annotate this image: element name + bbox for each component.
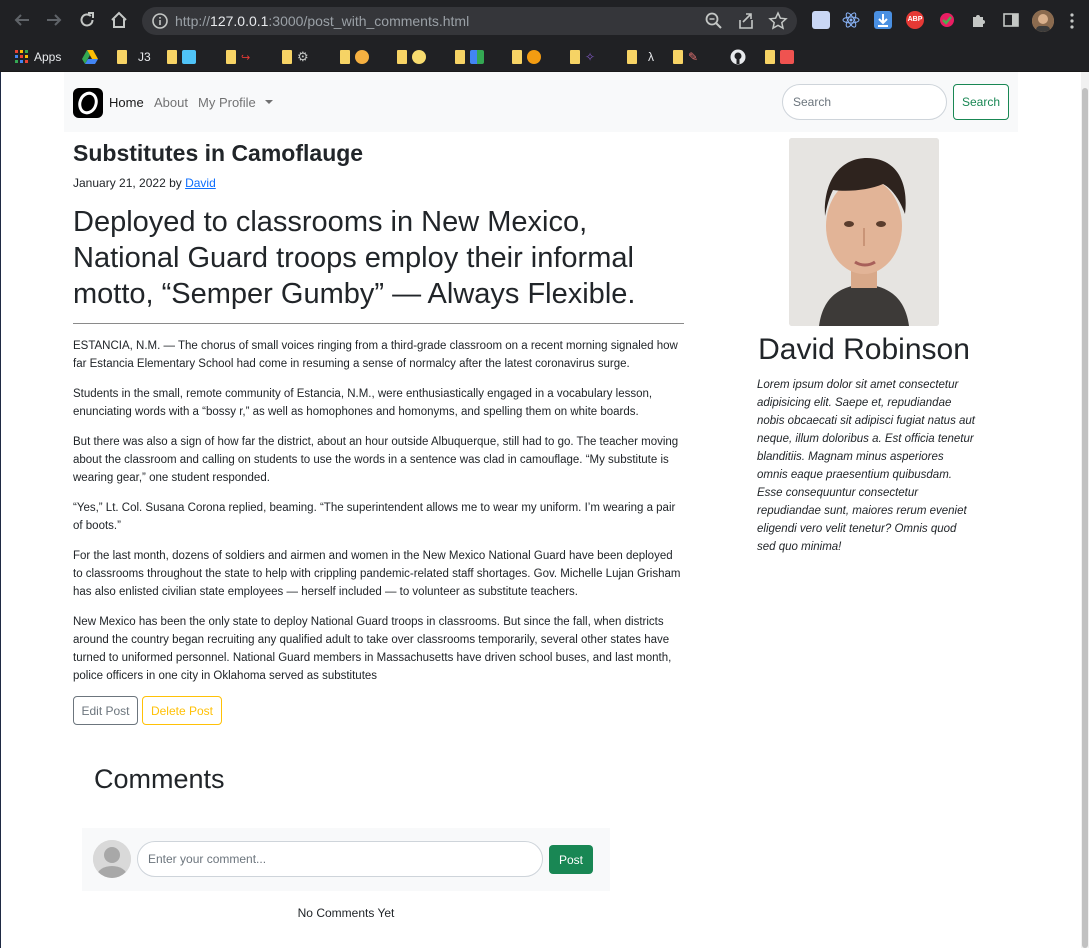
address-bar[interactable]: http://127.0.0.1:3000/post_with_comments… — [142, 7, 797, 35]
bookmark-folder[interactable] — [340, 48, 369, 66]
download-extension-icon[interactable] — [874, 11, 892, 29]
checkmark-extension-icon[interactable] — [938, 11, 956, 29]
bookmark-folder[interactable]: ↪ — [226, 48, 250, 66]
scrollbar-thumb[interactable] — [1082, 88, 1088, 948]
money-bag-icon — [355, 50, 369, 64]
back-arrow-icon[interactable] — [10, 9, 34, 33]
post-paragraph: “Yes,” Lt. Col. Susana Corona replied, b… — [73, 502, 676, 532]
zoom-icon[interactable] — [704, 11, 724, 31]
nav-my-profile-link[interactable]: My Profile — [198, 95, 256, 110]
author-name: David Robinson — [758, 333, 970, 366]
muscle-icon — [412, 50, 426, 64]
search-button[interactable]: Search — [953, 84, 1009, 120]
folder-icon — [673, 50, 683, 64]
nav-about-link[interactable]: About — [154, 95, 188, 110]
reload-icon[interactable] — [75, 9, 99, 33]
window-edge — [0, 72, 1, 948]
bookmark-folder[interactable] — [512, 48, 541, 66]
folder-icon — [570, 50, 580, 64]
monitor-icon — [182, 50, 196, 64]
bookmark-github[interactable] — [730, 48, 746, 66]
bookmark-folder-lambda[interactable]: λ — [627, 48, 654, 66]
post-paragraph: Students in the small, remote community … — [73, 388, 653, 418]
forward-arrow-icon[interactable] — [42, 9, 66, 33]
bookmark-folder[interactable]: ✧ — [570, 48, 595, 66]
shield-extension-icon[interactable] — [812, 11, 830, 29]
post-meta: January 21, 2022 by David — [73, 176, 216, 190]
author-link[interactable]: David — [185, 176, 216, 190]
edit-post-button[interactable]: Edit Post — [73, 696, 138, 725]
bookmark-apps[interactable]: Apps — [15, 48, 61, 66]
folder-icon — [117, 50, 127, 64]
bookmark-folder[interactable] — [765, 48, 794, 66]
info-icon[interactable] — [151, 12, 169, 30]
bookmark-label: λ — [648, 50, 654, 64]
folder-icon — [512, 50, 522, 64]
post-paragraph: But there was also a sign of how far the… — [73, 436, 679, 484]
blocks-icon — [470, 50, 484, 64]
bookmark-label: J3 — [138, 50, 151, 64]
spark-icon: ✧ — [585, 50, 596, 64]
user-avatar-icon — [93, 840, 131, 878]
folder-icon — [282, 50, 292, 64]
search-input[interactable] — [782, 84, 947, 120]
side-panel-icon[interactable] — [1002, 11, 1020, 29]
bookmark-folder[interactable]: ✎ — [673, 48, 698, 66]
profile-avatar[interactable] — [1032, 10, 1054, 32]
folder-icon — [340, 50, 350, 64]
comments-heading: Comments — [94, 764, 225, 794]
post-comment-button[interactable]: Post — [549, 845, 593, 874]
folder-icon — [627, 50, 637, 64]
apps-grid-icon — [15, 50, 28, 63]
comment-input[interactable] — [137, 841, 543, 877]
folder-icon — [397, 50, 407, 64]
post-date: January 21, 2022 by — [73, 176, 182, 190]
bookmark-folder[interactable] — [397, 48, 426, 66]
github-icon — [730, 49, 746, 65]
bookmark-folder[interactable]: ⚙ — [282, 48, 309, 66]
share-icon[interactable] — [736, 11, 756, 31]
bookmark-folder-j3[interactable]: J3 — [117, 48, 151, 66]
bookmarks-bar: Apps J3 ↪ ⚙ ✧ λ ✎ — [0, 42, 1089, 72]
post-paragraph: ESTANCIA, N.M. — The chorus of small voi… — [73, 340, 678, 370]
browser-toolbar: http://127.0.0.1:3000/post_with_comments… — [0, 0, 1089, 42]
site-navbar: Home About My Profile Search — [64, 72, 1018, 132]
bookmark-drive[interactable] — [82, 48, 98, 66]
pencil-icon: ✎ — [688, 50, 699, 64]
hook-icon: ↪ — [241, 51, 251, 64]
post-lead: Deployed to classrooms in New Mexico, Na… — [73, 206, 636, 310]
menu-kebab-icon[interactable] — [1069, 12, 1075, 30]
bookmark-label: Apps — [34, 50, 62, 64]
puzzle-extensions-icon[interactable] — [970, 11, 988, 29]
no-comments-text: No Comments Yet — [297, 906, 395, 920]
url-text: http://127.0.0.1:3000/post_with_comments… — [175, 13, 470, 29]
folder-icon — [167, 50, 177, 64]
gear-icon: ⚙ — [297, 49, 309, 64]
folder-icon — [455, 50, 465, 64]
google-drive-icon — [82, 50, 98, 64]
bookmark-star-icon[interactable] — [768, 11, 788, 31]
react-extension-icon[interactable] — [842, 11, 860, 29]
divider — [73, 323, 684, 324]
folder-icon — [765, 50, 775, 64]
post-body: ESTANCIA, N.M. — The chorus of small voi… — [73, 337, 685, 697]
post-paragraph: New Mexico has been the only state to de… — [73, 616, 672, 682]
face-icon — [527, 50, 541, 64]
home-icon[interactable] — [107, 9, 131, 33]
delete-post-button[interactable]: Delete Post — [142, 696, 222, 725]
adblock-extension-icon[interactable]: ABP — [906, 11, 924, 29]
comment-form: Post — [82, 828, 610, 891]
author-bio: Lorem ipsum dolor sit amet consectetur a… — [757, 379, 975, 553]
nav-home-link[interactable]: Home — [109, 95, 144, 110]
brand-logo[interactable] — [73, 88, 103, 118]
bookmark-folder[interactable] — [167, 48, 196, 66]
bookmark-folder[interactable] — [455, 48, 484, 66]
author-photo — [789, 138, 939, 326]
chevron-down-icon[interactable] — [265, 100, 273, 104]
folder-icon — [226, 50, 236, 64]
post-paragraph: For the last month, dozens of soldiers a… — [73, 550, 681, 598]
post-title: Substitutes in Camoflauge — [73, 140, 364, 166]
house-icon — [780, 50, 794, 64]
